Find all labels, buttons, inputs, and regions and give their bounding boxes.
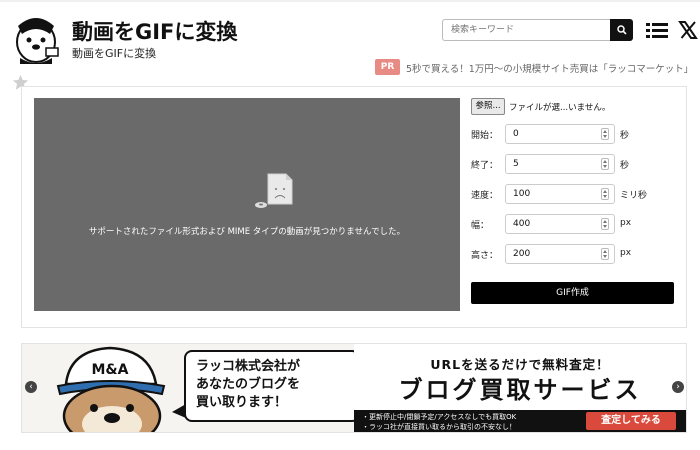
video-error-message: サポートされたファイル形式および MIME タイプの動画が見つかりませんでした。 — [88, 227, 406, 237]
file-status: ファイルが選...いません。 — [509, 103, 611, 113]
speech-bubble: ラッコ株式会社が あなたのブログを 買い取ります！ — [184, 350, 360, 422]
start-field[interactable]: 0 — [505, 124, 615, 144]
end-unit: 秒 — [620, 161, 630, 171]
width-value: 400 — [513, 219, 531, 229]
appraisal-cta-button[interactable]: 査定してみる — [586, 412, 676, 430]
width-field[interactable]: 400 — [505, 214, 615, 234]
end-field[interactable]: 5 — [505, 154, 615, 174]
start-spinner[interactable] — [601, 128, 609, 140]
top-divider — [0, 0, 700, 2]
file-browse-button[interactable]: 参照... — [471, 98, 505, 115]
banner-note-2: ・ラッコ社が直接買い取るから取引の不安なし！ — [362, 423, 516, 431]
otter-logo-icon[interactable] — [10, 12, 62, 64]
carousel-prev-button[interactable]: ‹ — [25, 381, 37, 393]
page-title: 動画をGIFに変換 — [72, 20, 238, 44]
speed-unit: ミリ秒 — [620, 191, 648, 201]
ad-banner[interactable]: M&A ラッコ株式会社が あなたのブログを 買い取ります！ URLを送るだけで無… — [21, 343, 687, 433]
start-unit: 秒 — [620, 131, 630, 141]
end-label: 終了： — [471, 161, 499, 171]
create-gif-button[interactable]: GIF作成 — [471, 282, 674, 304]
banner-left-panel: M&A ラッコ株式会社が あなたのブログを 買い取ります！ — [22, 344, 360, 432]
height-field[interactable]: 200 — [505, 244, 615, 264]
speed-value: 100 — [513, 189, 531, 199]
carousel-next-button[interactable]: › — [672, 381, 684, 393]
search-icon — [616, 25, 627, 35]
hamburger-menu-icon[interactable] — [646, 22, 668, 39]
otter-mascot-icon: M&A — [56, 346, 166, 432]
x-social-icon[interactable] — [678, 20, 698, 40]
height-value: 200 — [513, 249, 531, 259]
width-unit: px — [620, 218, 632, 228]
start-label: 開始： — [471, 131, 499, 141]
speed-field[interactable]: 100 — [505, 184, 615, 204]
height-label: 高さ： — [471, 251, 499, 261]
pr-badge: PR — [375, 59, 400, 75]
page-subtitle: 動画をGIFに変換 — [72, 47, 157, 60]
banner-right-panel: URLを送るだけで無料査定！ ブログ買取サービス ・更新停止中/閉鎖予定/アクセ… — [354, 344, 686, 432]
search-button[interactable] — [610, 19, 633, 41]
search-input[interactable] — [442, 19, 610, 41]
speed-label: 速度： — [471, 191, 499, 201]
end-value: 5 — [513, 159, 519, 169]
cap-label: M&A — [92, 362, 129, 378]
promo-link[interactable]: 5秒で買える！1万円〜の小規模サイト売買は「ラッコマーケット」 — [406, 61, 693, 75]
banner-title: ブログ買取サービス — [398, 376, 642, 404]
width-spinner[interactable] — [601, 218, 609, 230]
broken-file-icon — [255, 173, 293, 208]
height-spinner[interactable] — [601, 248, 609, 260]
width-label: 幅： — [471, 221, 490, 231]
banner-strip: ・更新停止中/閉鎖予定/アクセスなしでも買取OK ・ラッコ社が直接買い取るから取… — [354, 410, 686, 432]
end-spinner[interactable] — [601, 158, 609, 170]
start-value: 0 — [513, 129, 519, 139]
banner-note-1: ・更新停止中/閉鎖予定/アクセスなしでも買取OK — [362, 413, 517, 421]
video-player[interactable]: サポートされたファイル形式および MIME タイプの動画が見つかりませんでした。 — [34, 98, 460, 311]
bubble-text: ラッコ株式会社が あなたのブログを 買い取ります！ — [196, 359, 301, 410]
speed-spinner[interactable] — [601, 188, 609, 200]
height-unit: px — [620, 248, 632, 258]
